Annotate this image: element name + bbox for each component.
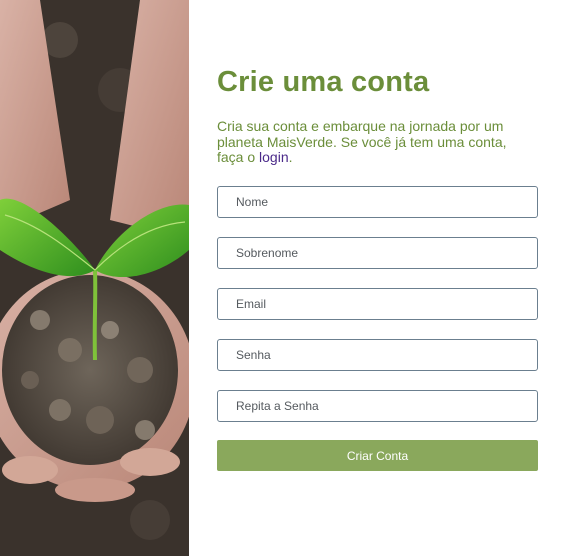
intro-text-end: . [288,149,293,165]
login-link[interactable]: login [259,149,289,165]
signup-form-panel: Crie uma conta Cria sua conta e embarque… [217,0,539,556]
first-name-input[interactable] [217,186,538,218]
create-account-button[interactable]: Criar Conta [217,440,538,471]
last-name-input[interactable] [217,237,538,269]
email-input[interactable] [217,288,538,320]
confirm-password-input[interactable] [217,390,538,422]
seedling-hands-image [0,0,189,556]
signup-intro-text: Cria sua conta e embarque na jornada por… [217,118,527,166]
page-title: Crie uma conta [217,66,430,98]
password-input[interactable] [217,339,538,371]
